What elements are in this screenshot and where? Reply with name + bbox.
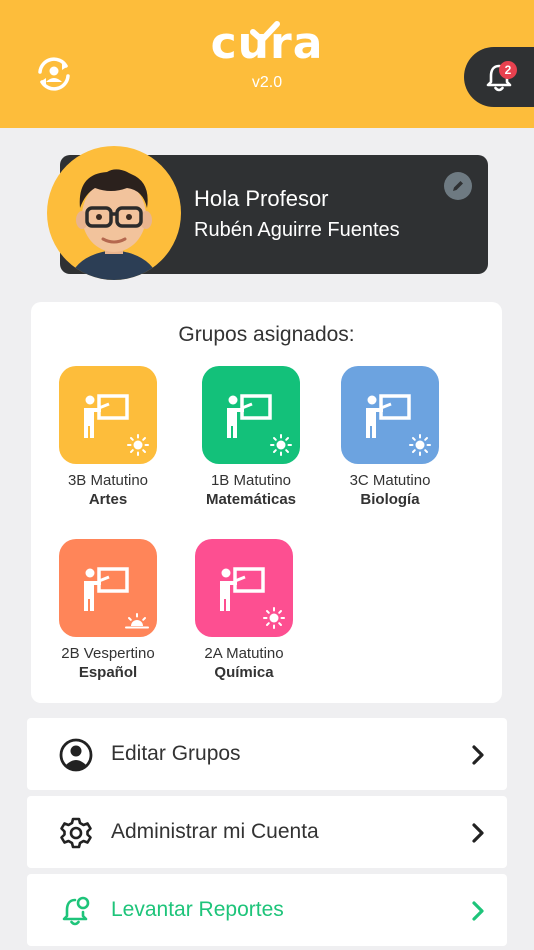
chevron-right-icon: [472, 901, 484, 921]
group-subject-label: Química: [214, 664, 274, 681]
group-card-2a-quimica[interactable]: 2A Matutino Química: [179, 539, 309, 681]
group-tile: [195, 539, 293, 637]
notifications-button[interactable]: 2: [464, 47, 534, 107]
sun-icon: [263, 607, 285, 629]
group-tile: [59, 539, 157, 637]
group-card-1b-matematicas[interactable]: 1B Matutino Matemáticas: [186, 366, 316, 508]
app-header: cura v2.0 2: [0, 0, 534, 128]
menu-manage-account[interactable]: Administrar mi Cuenta: [27, 796, 507, 868]
app-logo: cura v2.0: [0, 21, 534, 92]
group-card-3c-biologia[interactable]: 3C Matutino Biología: [325, 366, 455, 508]
gear-icon: [60, 817, 92, 849]
menu-file-reports[interactable]: Levantar Reportes: [27, 874, 507, 946]
check-mark-icon: [249, 21, 280, 43]
group-tile: [59, 366, 157, 464]
group-shift-label: 2B Vespertino: [61, 645, 155, 662]
teacher-board-icon: [366, 394, 411, 438]
group-subject-label: Biología: [360, 491, 420, 508]
notification-badge: 2: [499, 61, 517, 79]
teacher-board-icon: [84, 394, 129, 438]
menu-label: Administrar mi Cuenta: [111, 820, 319, 843]
group-shift-label: 1B Matutino: [210, 472, 292, 489]
group-subject-label: Artes: [88, 491, 128, 508]
bell-alert-icon: [62, 896, 90, 926]
group-card-3b-artes[interactable]: 3B Matutino Artes: [43, 366, 173, 508]
group-tile: [341, 366, 439, 464]
group-shift-label: 3C Matutino: [349, 472, 431, 489]
menu-label: Editar Grupos: [111, 742, 241, 765]
sunset-icon: [125, 613, 149, 629]
sun-icon: [270, 434, 292, 456]
user-circle-icon: [59, 738, 93, 772]
group-shift-label: 3B Matutino: [67, 472, 149, 489]
assigned-groups-card: Grupos asignados: 3B Matutino Artes 1B M…: [31, 302, 502, 703]
menu-label: Levantar Reportes: [111, 898, 284, 921]
groups-title: Grupos asignados:: [178, 323, 355, 346]
sun-icon: [127, 434, 149, 456]
pencil-icon: [453, 181, 463, 191]
greeting-text: Hola Profesor: [194, 186, 329, 211]
memoji-avatar-icon: [69, 169, 159, 280]
group-subject-label: Matemáticas: [205, 491, 297, 508]
teacher-board-icon: [84, 567, 129, 611]
teacher-name: Rubén Aguirre Fuentes: [194, 219, 400, 241]
chevron-right-icon: [472, 823, 484, 843]
sun-icon: [409, 434, 431, 456]
chevron-right-icon: [472, 745, 484, 765]
edit-profile-button[interactable]: [444, 172, 472, 200]
group-card-2b-espanol[interactable]: 2B Vespertino Español: [43, 539, 173, 681]
avatar: [47, 146, 181, 280]
teacher-board-icon: [220, 567, 265, 611]
menu-edit-groups[interactable]: Editar Grupos: [27, 718, 507, 790]
group-subject-label: Español: [78, 664, 138, 681]
group-shift-label: 2A Matutino: [204, 645, 284, 662]
group-tile: [202, 366, 300, 464]
app-version: v2.0: [251, 74, 283, 91]
teacher-board-icon: [227, 394, 272, 438]
